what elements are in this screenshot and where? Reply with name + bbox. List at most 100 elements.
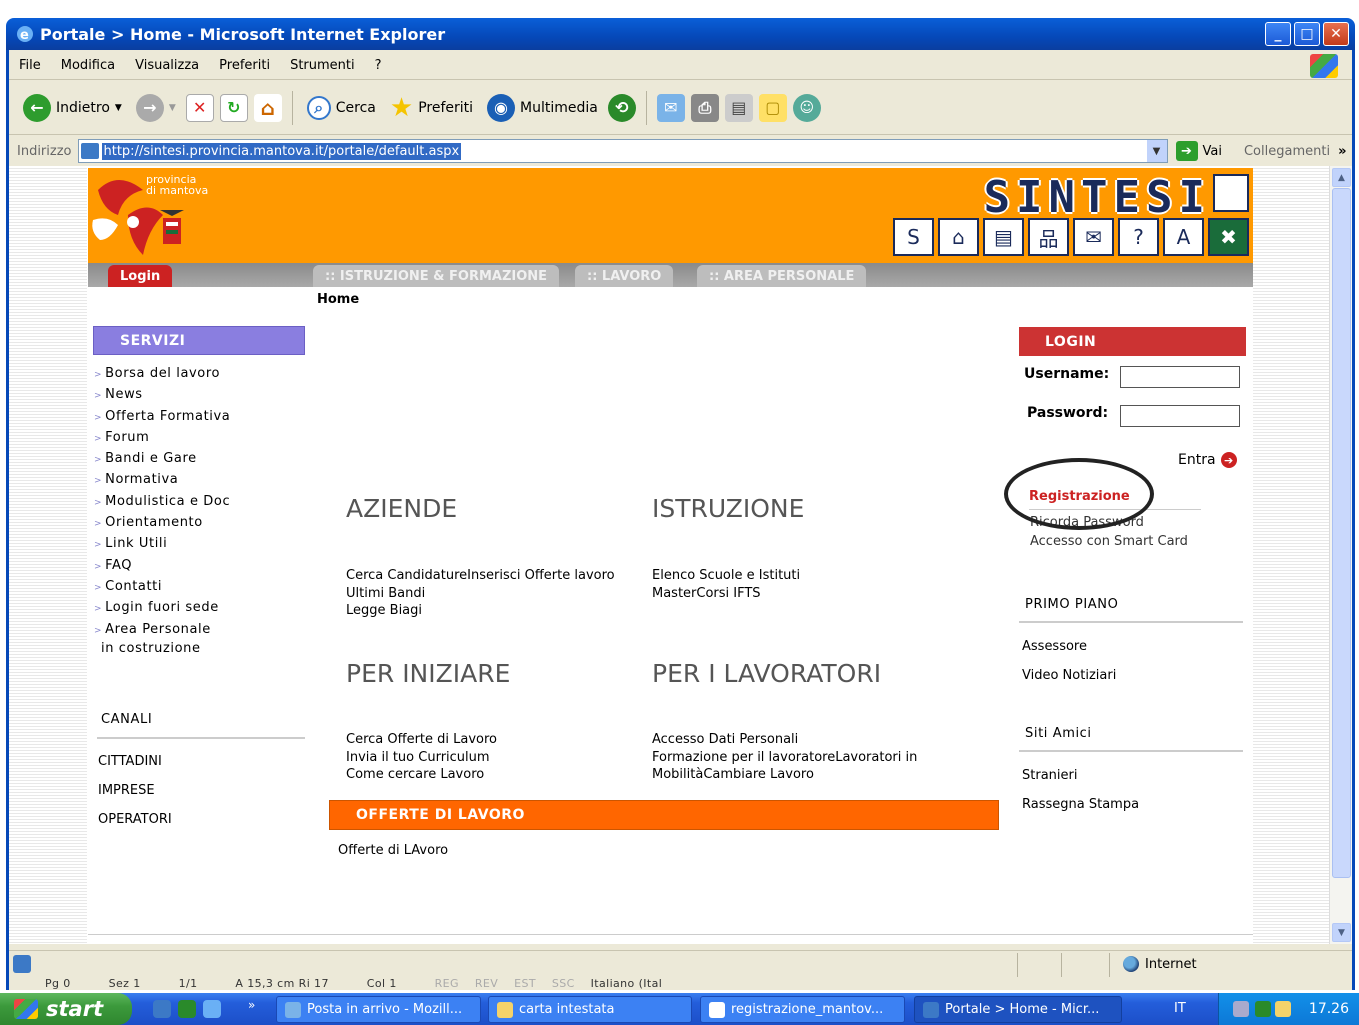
servizi-item[interactable]: > Area Personale: [94, 619, 230, 640]
servizi-item[interactable]: > Borsa del lavoro: [94, 363, 230, 384]
istruzione-link[interactable]: Elenco Scuole e Istituti: [652, 567, 800, 585]
forward-button[interactable]: → ▼: [132, 88, 180, 128]
mail-icon[interactable]: ✉: [1073, 218, 1114, 256]
task-folder[interactable]: carta intestata: [488, 996, 692, 1023]
menu-file[interactable]: File: [9, 58, 51, 73]
tray-pen-icon[interactable]: [1275, 1001, 1291, 1017]
scroll-down-icon[interactable]: ▼: [1332, 923, 1351, 942]
smart-card-link[interactable]: Accesso con Smart Card: [1030, 534, 1188, 549]
per-iniziare-link[interactable]: Cerca Offerte di Lavoro: [346, 731, 497, 749]
address-url[interactable]: http://sintesi.provincia.mantova.it/port…: [101, 142, 462, 160]
document-search-icon[interactable]: ▤: [983, 218, 1024, 256]
rassegna-stampa-link[interactable]: Rassegna Stampa: [1022, 797, 1139, 812]
stranieri-link[interactable]: Stranieri: [1022, 768, 1077, 783]
password-input[interactable]: [1120, 405, 1240, 427]
canale-cittadini-link[interactable]: CITTADINI: [98, 754, 162, 769]
home-icon[interactable]: ⌂: [253, 93, 282, 122]
links-button[interactable]: Collegamenti: [1244, 144, 1330, 159]
nav-istruzione-tab[interactable]: :: ISTRUZIONE & FORMAZIONE: [313, 265, 560, 287]
mozilla-quicklaunch-icon[interactable]: [178, 1000, 196, 1018]
scroll-up-icon[interactable]: ▲: [1332, 168, 1351, 187]
breadcrumb: Home: [317, 292, 360, 307]
tray-app-icon[interactable]: [1255, 1001, 1271, 1017]
servizi-item[interactable]: > Contatti: [94, 576, 230, 597]
chevron-down-icon[interactable]: ▼: [115, 103, 122, 113]
menu-help[interactable]: ?: [365, 58, 392, 73]
servizi-item[interactable]: > Offerta Formativa: [94, 406, 230, 427]
provincia-icon[interactable]: ✖: [1208, 218, 1249, 256]
print-icon[interactable]: ⎙: [690, 93, 719, 122]
menu-visualizza[interactable]: Visualizza: [125, 58, 209, 73]
task-word[interactable]: registrazione_mantov...: [700, 996, 905, 1023]
nav-area-personale-tab[interactable]: :: AREA PERSONALE: [697, 265, 867, 287]
refresh-icon[interactable]: ↻: [219, 93, 248, 122]
address-dropdown-icon[interactable]: ▼: [1146, 140, 1167, 162]
chevron-right-icon[interactable]: »: [248, 998, 255, 1012]
stop-icon[interactable]: ✕: [185, 93, 214, 122]
aziende-link[interactable]: Cerca CandidatureInserisci Offerte lavor…: [346, 567, 615, 585]
servizi-item[interactable]: > Modulistica e Doc: [94, 491, 230, 512]
servizi-item[interactable]: > FAQ: [94, 555, 230, 576]
menu-strumenti[interactable]: Strumenti: [280, 58, 365, 73]
maximize-button[interactable]: □: [1294, 22, 1320, 46]
edit-icon[interactable]: ▤: [724, 93, 753, 122]
media-button[interactable]: ◉ Multimedia: [483, 88, 602, 128]
servizi-item[interactable]: > Forum: [94, 427, 230, 448]
per-iniziare-link[interactable]: Come cercare Lavoro: [346, 766, 497, 784]
servizi-item[interactable]: > Normativa: [94, 469, 230, 490]
menu-preferiti[interactable]: Preferiti: [209, 58, 280, 73]
video-notiziari-link[interactable]: Video Notiziari: [1022, 668, 1116, 683]
vertical-scrollbar[interactable]: ▲ ▼: [1329, 166, 1352, 944]
istruzione-link[interactable]: MasterCorsi IFTS: [652, 585, 800, 603]
username-input[interactable]: [1120, 366, 1240, 388]
chevron-down-icon[interactable]: ▼: [169, 103, 176, 113]
task-mozilla[interactable]: Posta in arrivo - Mozill...: [276, 996, 481, 1023]
servizi-item-label: Login fuori sede: [105, 600, 219, 616]
aziende-link[interactable]: Ultimi Bandi: [346, 585, 615, 603]
address-input[interactable]: http://sintesi.provincia.mantova.it/port…: [77, 139, 1168, 163]
task-ie[interactable]: Portale > Home - Micr...: [914, 996, 1122, 1023]
scroll-thumb[interactable]: [1332, 188, 1351, 878]
close-button[interactable]: ✕: [1323, 22, 1349, 46]
mail-icon[interactable]: ✉: [656, 93, 685, 122]
bullet-icon: >: [94, 604, 103, 615]
favorites-button[interactable]: ★ Preferiti: [386, 88, 477, 128]
nav-login-tab[interactable]: Login: [108, 265, 173, 287]
canale-imprese-link[interactable]: IMPRESE: [98, 783, 155, 798]
messenger-icon[interactable]: ☺: [792, 93, 821, 122]
help-icon[interactable]: ?: [1118, 218, 1159, 256]
ie-quicklaunch-icon[interactable]: [153, 1000, 171, 1018]
canale-operatori-link[interactable]: OPERATORI: [98, 812, 172, 827]
minimize-button[interactable]: _: [1265, 22, 1291, 46]
go-button[interactable]: ➔ Vai: [1175, 141, 1222, 161]
servizi-item[interactable]: > News: [94, 384, 230, 405]
per-iniziare-link[interactable]: Invia il tuo Curriculum: [346, 749, 497, 767]
assessore-link[interactable]: Assessore: [1022, 639, 1087, 654]
servizi-item[interactable]: > Link Utili: [94, 533, 230, 554]
entra-button[interactable]: Entra ➔: [1178, 452, 1237, 468]
discuss-icon[interactable]: ▢: [758, 93, 787, 122]
per-lavoratori-link[interactable]: Accesso Dati Personali: [652, 731, 917, 749]
accessibility-icon[interactable]: A: [1163, 218, 1204, 256]
per-lavoratori-link[interactable]: MobilitàCambiare Lavoro: [652, 766, 917, 784]
nav-lavoro-tab[interactable]: :: LAVORO: [575, 265, 674, 287]
offerte-link[interactable]: Offerte di LAvoro: [338, 843, 448, 858]
per-lavoratori-link[interactable]: Formazione per il lavoratoreLavoratori i…: [652, 749, 917, 767]
explorer-quicklaunch-icon[interactable]: [203, 1000, 221, 1018]
back-button[interactable]: ← Indietro ▼: [19, 88, 126, 128]
network-icon[interactable]: [1233, 1001, 1249, 1017]
chevron-right-icon[interactable]: »: [1338, 144, 1346, 159]
home-icon[interactable]: ⌂: [938, 218, 979, 256]
menu-modifica[interactable]: Modifica: [51, 58, 125, 73]
servizi-item[interactable]: > Orientamento: [94, 512, 230, 533]
search-button[interactable]: ⌕ Cerca: [303, 88, 380, 128]
window-titlebar[interactable]: e Portale > Home - Microsoft Internet Ex…: [6, 18, 1355, 50]
servizi-item[interactable]: > Login fuori sede: [94, 597, 230, 618]
aziende-link[interactable]: Legge Biagi: [346, 602, 615, 620]
history-icon[interactable]: ⟲: [607, 93, 636, 122]
sintesi-s-icon[interactable]: S: [893, 218, 934, 256]
sitemap-icon[interactable]: 品: [1028, 218, 1069, 256]
start-button[interactable]: start: [0, 993, 132, 1025]
language-indicator[interactable]: IT: [1174, 1001, 1186, 1016]
servizi-item[interactable]: > Bandi e Gare: [94, 448, 230, 469]
